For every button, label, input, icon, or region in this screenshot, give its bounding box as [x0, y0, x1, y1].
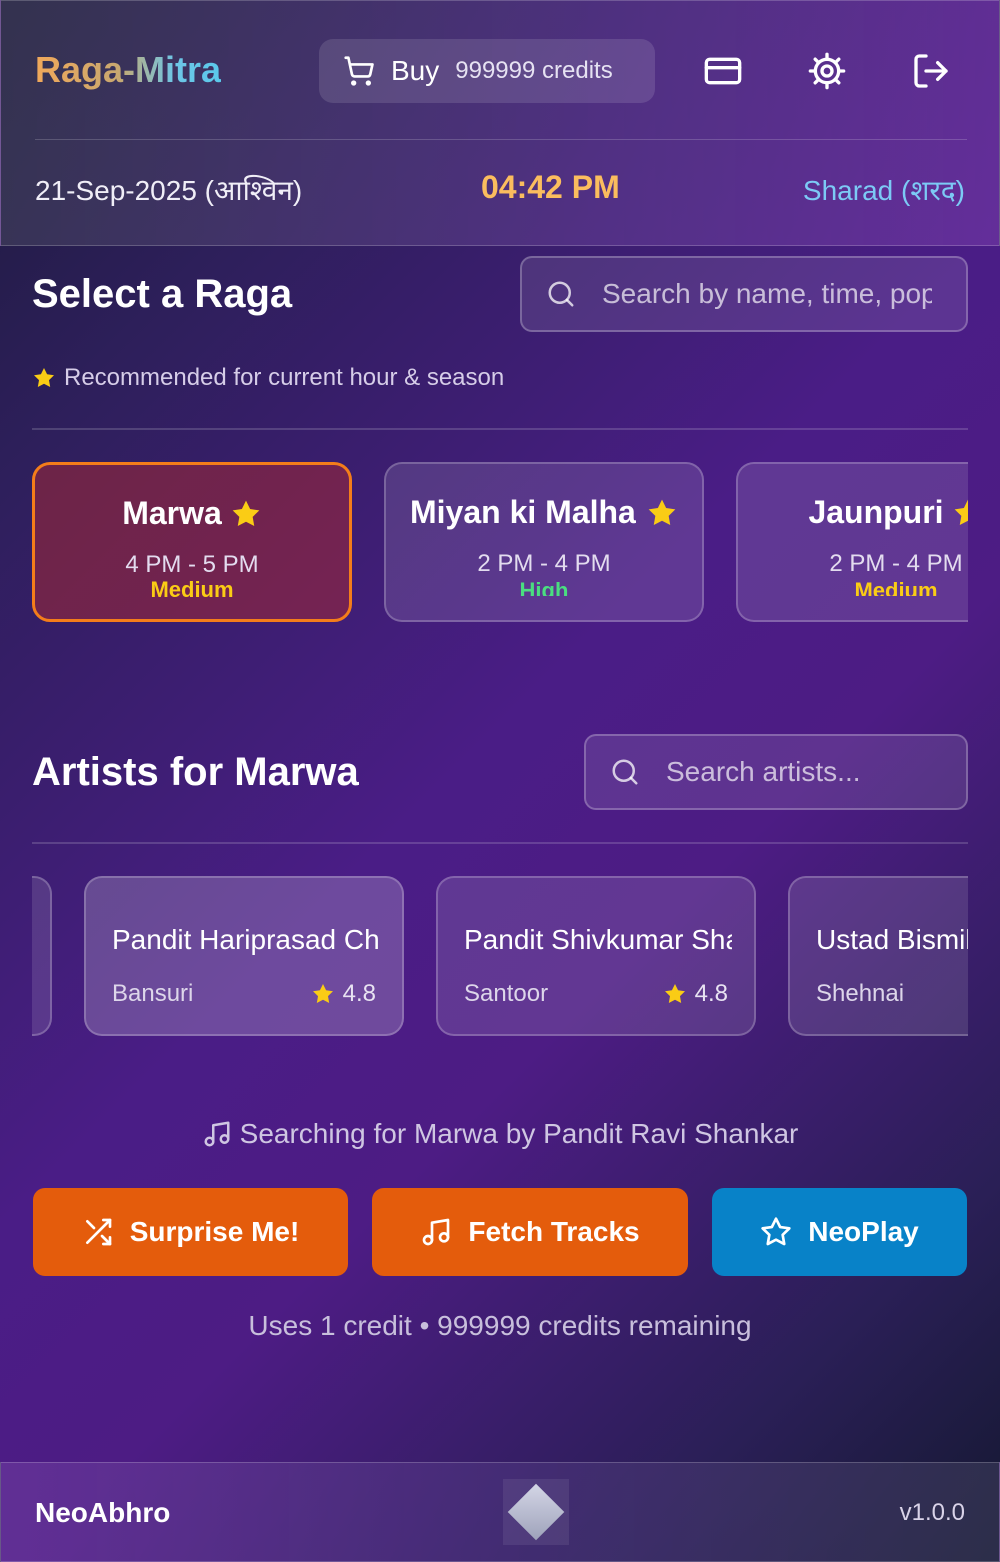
app-footer: NeoAbhro v1.0.0: [0, 1462, 1000, 1562]
diamond-logo-icon: [503, 1479, 569, 1545]
raga-time: 2 PM - 4 PM: [829, 550, 963, 577]
raga-time: 2 PM - 4 PM: [477, 550, 611, 577]
app-version: v1.0.0: [899, 1499, 965, 1526]
raga-card-miyan-ki-malhar[interactable]: Miyan ki Malhar 2 PM - 4 PM High: [384, 462, 704, 622]
artist-rating: 4.8: [311, 980, 376, 1008]
artist-card-partial[interactable]: [32, 876, 52, 1036]
neoplay-label: NeoPlay: [808, 1216, 919, 1247]
raga-name: Miyan ki Malhar: [410, 494, 638, 530]
artist-name: Pandit Hariprasad Chaurasia: [112, 924, 380, 955]
current-season: Sharad (शरद): [802, 175, 965, 206]
raga-popularity: High: [519, 578, 569, 596]
artist-search-box[interactable]: [584, 734, 968, 810]
settings-gear-icon[interactable]: [807, 51, 847, 91]
search-icon: [548, 281, 574, 307]
search-status-text: Searching for Marwa by Pandit Ravi Shank…: [239, 1118, 799, 1149]
footer-brand: NeoAbhro: [35, 1497, 171, 1528]
artist-card-shivkumar[interactable]: Pandit Shivkumar Sharma Santoor 4.8: [436, 876, 756, 1036]
artist-instrument: Shehnai: [816, 980, 905, 1007]
artist-search-input[interactable]: [666, 756, 966, 788]
star-icon: [664, 984, 685, 1004]
raga-search-input[interactable]: [602, 278, 932, 310]
fetch-tracks-label: Fetch Tracks: [468, 1216, 640, 1247]
artist-instrument: Bansuri: [112, 980, 194, 1007]
credit-balance: 999999 credits: [455, 57, 613, 84]
surprise-me-button[interactable]: Surprise Me!: [33, 1188, 348, 1276]
star-icon: [954, 499, 968, 525]
artist-section-title: Artists for Marwa: [32, 750, 359, 794]
recommendation-note: Recommended for current hour & season: [32, 364, 504, 392]
rating-value: 4.8: [694, 980, 728, 1007]
artist-carousel[interactable]: Pandit Hariprasad Chaurasia Bansuri 4.8 …: [32, 876, 968, 1036]
artist-instrument: Santoor: [464, 980, 549, 1007]
raga-name: Jaunpuri: [808, 494, 944, 530]
raga-popularity: Medium: [150, 577, 234, 597]
raga-card-jaunpuri[interactable]: Jaunpuri 2 PM - 4 PM Medium: [736, 462, 968, 622]
star-outline-icon: [761, 1217, 791, 1246]
rating-value: 4.8: [342, 980, 376, 1007]
star-icon: [34, 368, 54, 388]
current-time: 04:42 PM: [481, 169, 620, 205]
artist-name: Ustad Bismillah Khan: [816, 924, 968, 955]
raga-meta: 2 PM - 4 PM Medium: [738, 548, 968, 596]
raga-time: 4 PM - 5 PM: [125, 551, 259, 578]
neoplay-button[interactable]: NeoPlay: [712, 1188, 967, 1276]
star-icon: [648, 499, 676, 525]
buy-credits-button[interactable]: Buy 999999 credits: [319, 39, 655, 103]
raga-carousel[interactable]: Marwa 4 PM - 5 PM Medium Miyan ki Malhar…: [32, 462, 968, 622]
raga-card-marwa[interactable]: Marwa 4 PM - 5 PM Medium: [32, 462, 352, 622]
raga-name-row: Jaunpuri: [738, 494, 968, 531]
app-logo[interactable]: Raga-Mitra: [35, 49, 221, 91]
credit-usage-note: Uses 1 credit • 999999 credits remaining: [248, 1310, 752, 1341]
music-note-icon: [423, 1218, 450, 1246]
raga-meta: 2 PM - 4 PM High: [386, 548, 702, 596]
artist-rating: 4.8: [663, 980, 728, 1008]
raga-name-row: Miyan ki Malhar: [386, 494, 702, 531]
search-status: Searching for Marwa by Pandit Ravi Shank…: [0, 1118, 1000, 1150]
surprise-me-label: Surprise Me!: [129, 1216, 300, 1247]
logout-icon[interactable]: [911, 51, 951, 91]
raga-name-row: Marwa: [35, 495, 349, 532]
raga-search-box[interactable]: [520, 256, 968, 332]
raga-divider: [32, 428, 968, 430]
star-icon: [312, 984, 333, 1004]
search-icon: [612, 759, 638, 785]
artist-card-hariprasad[interactable]: Pandit Hariprasad Chaurasia Bansuri 4.8: [84, 876, 404, 1036]
app-header: Raga-Mitra Buy 999999 credits 21-Sep-202…: [0, 0, 1000, 246]
header-divider: [35, 139, 967, 140]
shuffle-icon: [85, 1218, 112, 1246]
music-note-icon: [204, 1121, 230, 1147]
shopping-cart-icon: [344, 56, 374, 86]
raga-popularity: Medium: [854, 578, 938, 596]
raga-meta: 4 PM - 5 PM Medium: [35, 549, 349, 597]
credit-card-icon[interactable]: [703, 51, 743, 91]
star-icon: [232, 500, 260, 526]
artist-name: Pandit Shivkumar Sharma: [464, 924, 732, 955]
artist-divider: [32, 842, 968, 844]
fetch-tracks-button[interactable]: Fetch Tracks: [372, 1188, 688, 1276]
raga-section-title: Select a Raga: [32, 272, 293, 316]
recommendation-text: Recommended for current hour & season: [64, 364, 505, 391]
artist-card-bismillah[interactable]: Ustad Bismillah Khan Shehnai: [788, 876, 968, 1036]
current-date: 21-Sep-2025 (आश्विन): [35, 175, 303, 206]
buy-label: Buy: [391, 55, 440, 86]
raga-name: Marwa: [122, 495, 222, 531]
